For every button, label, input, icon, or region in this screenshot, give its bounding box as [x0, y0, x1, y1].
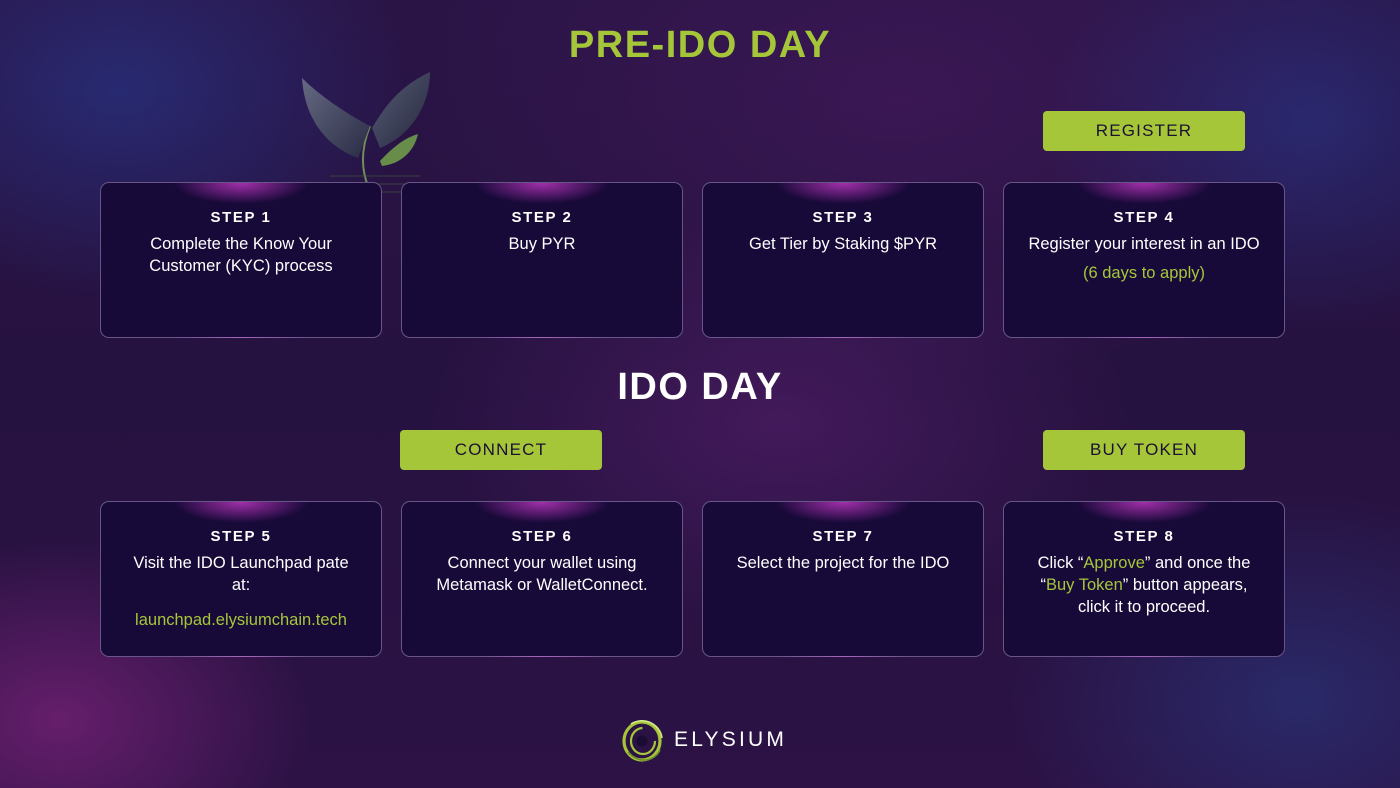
step-text: Select the project for the IDO: [736, 554, 950, 572]
step-label: STEP 8: [1113, 528, 1175, 545]
step-label: STEP 4: [1113, 209, 1175, 226]
approve-highlight: Approve: [1083, 554, 1145, 572]
step-label: STEP 1: [210, 209, 272, 226]
connect-button[interactable]: CONNECT: [400, 430, 602, 470]
step-text: Click “Approve” and once the “Buy Token”…: [1004, 552, 1284, 618]
step-text: Register your interest in an IDO: [1028, 235, 1260, 253]
step-label: STEP 7: [812, 528, 874, 545]
buy-token-highlight: Buy Token: [1046, 576, 1123, 594]
step-text: Visit the IDO Launchpad pate at:: [133, 554, 349, 594]
step-label: STEP 6: [511, 528, 573, 545]
step-card-7: STEP 7 Select the project for the IDO: [702, 501, 984, 657]
ido-day-title: IDO DAY: [617, 366, 783, 408]
step-card-1: STEP 1 Complete the Know Your Customer (…: [100, 182, 382, 338]
step-note: (6 days to apply): [1083, 264, 1205, 282]
buy-token-button[interactable]: BUY TOKEN: [1043, 430, 1245, 470]
step-card-3: STEP 3 Get Tier by Staking $PYR: [702, 182, 984, 338]
step-card-2: STEP 2 Buy PYR: [401, 182, 683, 338]
step-text-part: Click “: [1037, 554, 1084, 572]
step-text: Complete the Know Your Customer (KYC) pr…: [149, 235, 333, 275]
launchpad-link[interactable]: launchpad.elysiumchain.tech: [101, 609, 381, 631]
step-card-5: STEP 5 Visit the IDO Launchpad pate at: …: [100, 501, 382, 657]
pre-ido-title: PRE-IDO DAY: [568, 24, 832, 66]
step-label: STEP 3: [812, 209, 874, 226]
step-text: Buy PYR: [508, 235, 576, 253]
logo-text: ELYSIUM: [674, 728, 788, 751]
elysium-ring-icon: [622, 720, 663, 762]
step-card-6: STEP 6 Connect your wallet using Metamas…: [401, 501, 683, 657]
step-text: Connect your wallet using Metamask or Wa…: [436, 554, 648, 594]
step-label: STEP 2: [511, 209, 573, 226]
plant-leaves-icon: [302, 72, 430, 193]
elysium-logo: ELYSIUM: [618, 714, 787, 766]
step-card-8: STEP 8 Click “Approve” and once the “Buy…: [1003, 501, 1285, 657]
step-card-4: STEP 4 Register your interest in an IDO …: [1003, 182, 1285, 338]
step-text: Get Tier by Staking $PYR: [748, 235, 937, 253]
step-label: STEP 5: [210, 528, 272, 545]
register-button[interactable]: REGISTER: [1043, 111, 1245, 151]
